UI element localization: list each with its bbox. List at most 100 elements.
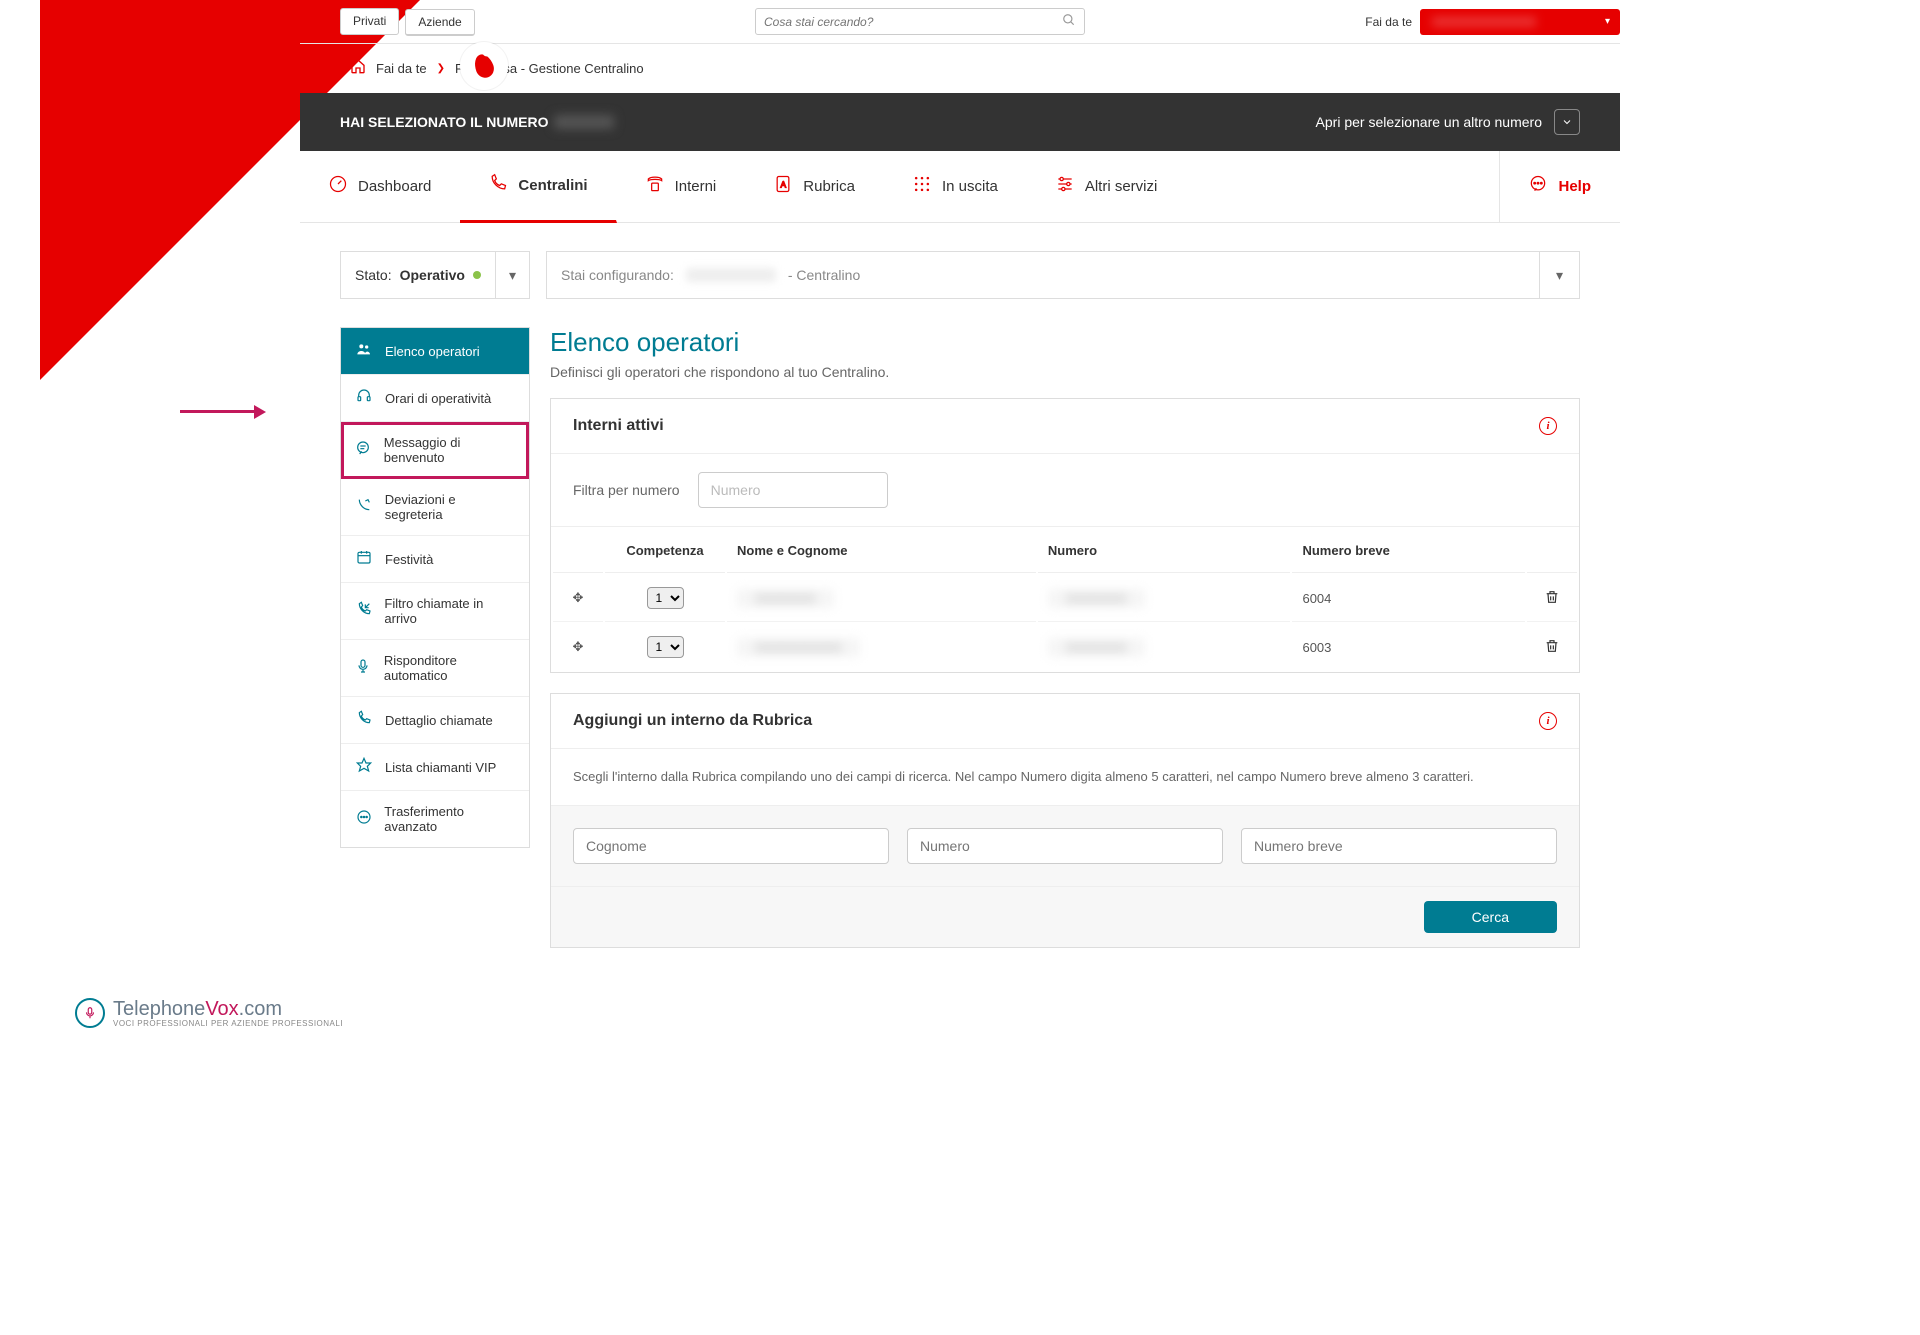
drag-handle-icon[interactable]: ✥ <box>553 575 603 622</box>
sidebar-item-filtro[interactable]: Filtro chiamate in arrivo <box>341 583 529 640</box>
sidebar-item-festivita[interactable]: Festività <box>341 536 529 583</box>
sidebar-label: Filtro chiamate in arrivo <box>384 596 515 626</box>
nav-inuscita[interactable]: In uscita <box>884 151 1027 222</box>
breadcrumb-home[interactable]: Fai da te <box>376 61 427 76</box>
config-dropdown[interactable]: ▾ <box>1539 252 1579 298</box>
mic-badge-icon <box>75 998 105 1028</box>
sidebar-label: Risponditore automatico <box>384 653 515 683</box>
tab-privati[interactable]: Privati <box>340 8 399 35</box>
sidebar: Elenco operatori Orari di operatività Me… <box>340 327 530 848</box>
status-dot-icon <box>473 271 481 279</box>
sidebar-item-elenco-operatori[interactable]: Elenco operatori <box>341 328 529 375</box>
drag-handle-icon[interactable]: ✥ <box>553 624 603 670</box>
delete-button[interactable] <box>1527 624 1577 670</box>
config-value-redacted <box>686 268 776 282</box>
nav-altri-label: Altri servizi <box>1085 178 1158 195</box>
nav-help[interactable]: Help <box>1499 151 1620 222</box>
sidebar-label: Orari di operatività <box>385 391 491 406</box>
competenza-select[interactable]: 1 <box>647 587 684 609</box>
tvox-brand-a: Telephone <box>113 998 205 1020</box>
selected-number-label: HAI SELEZIONATO IL NUMERO <box>340 114 548 130</box>
breadcrumb-separator: ❯ <box>437 63 445 74</box>
card-title: Interni attivi <box>573 417 664 435</box>
col-numero: Numero <box>1038 529 1291 573</box>
selected-number-value <box>554 115 614 129</box>
tab-aziende[interactable]: Aziende <box>405 9 474 36</box>
search-icon[interactable] <box>1062 13 1076 30</box>
sidebar-item-deviazioni[interactable]: Deviazioni e segreteria <box>341 479 529 536</box>
gauge-icon <box>328 174 348 199</box>
addressbook-icon: A <box>773 174 793 199</box>
sidebar-label: Messaggio di benvenuto <box>384 435 515 465</box>
nav-interni[interactable]: Interni <box>617 151 746 222</box>
sidebar-label: Festività <box>385 552 433 567</box>
sidebar-item-dettaglio[interactable]: Dettaglio chiamate <box>341 697 529 744</box>
chat-icon <box>1528 174 1548 199</box>
table-row: ✥ 1 XXXXXXX XXXXXXX 6004 <box>553 575 1577 622</box>
grid-icon <box>912 174 932 199</box>
numero-input[interactable] <box>907 828 1223 864</box>
sidebar-item-orari[interactable]: Orari di operatività <box>341 375 529 422</box>
landline-icon <box>645 174 665 199</box>
delete-button[interactable] <box>1527 575 1577 622</box>
card-title: Aggiungi un interno da Rubrica <box>573 712 812 730</box>
people-icon <box>355 341 373 361</box>
cell-nome-redacted: XXXXXXX <box>737 589 834 608</box>
open-other-label: Apri per selezionare un altro numero <box>1316 114 1542 130</box>
cell-breve: 6003 <box>1292 624 1525 670</box>
star-icon <box>355 757 373 777</box>
message-icon <box>355 440 372 460</box>
col-breve: Numero breve <box>1292 529 1525 573</box>
filter-label: Filtra per numero <box>573 482 680 498</box>
search-input[interactable] <box>764 15 1062 29</box>
home-icon[interactable] <box>350 58 366 79</box>
operators-table: Competenza Nome e Cognome Numero Numero … <box>551 527 1579 672</box>
telephonevox-logo: TelephoneVox.com VOCI PROFESSIONALI PER … <box>75 998 343 1028</box>
nav-inuscita-label: In uscita <box>942 178 998 195</box>
nav-dashboard[interactable]: Dashboard <box>300 151 460 222</box>
nav-altri[interactable]: Altri servizi <box>1027 151 1187 222</box>
sliders-icon <box>1055 174 1075 199</box>
search-box[interactable] <box>755 8 1085 35</box>
tvox-sub: VOCI PROFESSIONALI PER AZIENDE PROFESSIO… <box>113 1019 343 1028</box>
sidebar-label: Trasferimento avanzato <box>384 804 515 834</box>
filter-numero-input[interactable] <box>698 472 888 508</box>
config-label: Stai configurando: <box>561 267 674 283</box>
svg-text:A: A <box>781 179 787 189</box>
open-other-button[interactable] <box>1554 109 1580 135</box>
card-aggiungi-interno: Aggiungi un interno da Rubrica i Scegli … <box>550 693 1580 948</box>
cell-nome-redacted: XXXXXXXXXX <box>737 638 860 657</box>
sidebar-label: Elenco operatori <box>385 344 480 359</box>
nav-centralini[interactable]: Centralini <box>460 151 616 223</box>
annotation-arrow-icon <box>180 397 266 425</box>
sidebar-label: Lista chiamanti VIP <box>385 760 496 775</box>
nav-interni-label: Interni <box>675 178 717 195</box>
sidebar-item-risponditore[interactable]: Risponditore automatico <box>341 640 529 697</box>
table-row: ✥ 1 XXXXXXXXXX XXXXXXX 6003 <box>553 624 1577 670</box>
info-icon[interactable]: i <box>1539 712 1557 730</box>
calendar-icon <box>355 549 373 569</box>
stato-dropdown[interactable]: ▾ <box>495 252 529 298</box>
info-icon[interactable]: i <box>1539 417 1557 435</box>
transfer-icon <box>355 809 372 829</box>
faidate-select[interactable]: XXXXXXXXXXXXX ▾ <box>1420 9 1620 35</box>
cerca-button[interactable]: Cerca <box>1424 901 1557 933</box>
cell-breve: 6004 <box>1292 575 1525 622</box>
forward-icon <box>355 497 373 517</box>
sidebar-item-messaggio-benvenuto[interactable]: Messaggio di benvenuto <box>341 422 529 479</box>
sidebar-item-vip[interactable]: Lista chiamanti VIP <box>341 744 529 791</box>
numero-breve-input[interactable] <box>1241 828 1557 864</box>
sidebar-item-trasferimento[interactable]: Trasferimento avanzato <box>341 791 529 847</box>
nav-rubrica[interactable]: A Rubrica <box>745 151 884 222</box>
competenza-select[interactable]: 1 <box>647 636 684 658</box>
page-title: Elenco operatori <box>550 327 1580 358</box>
nav-centralini-label: Centralini <box>518 177 587 194</box>
aggiungi-desc: Scegli l'interno dalla Rubrica compiland… <box>573 767 1557 787</box>
nav-help-label: Help <box>1558 178 1591 195</box>
call-detail-icon <box>355 710 373 730</box>
cognome-input[interactable] <box>573 828 889 864</box>
sidebar-label: Deviazioni e segreteria <box>385 492 515 522</box>
tvox-brand-b: Vox <box>205 998 238 1020</box>
topbar: Privati Aziende Fai da te XXXXXXXXXXXXX … <box>300 0 1620 44</box>
config-box: Stai configurando: - Centralino ▾ <box>546 251 1580 299</box>
